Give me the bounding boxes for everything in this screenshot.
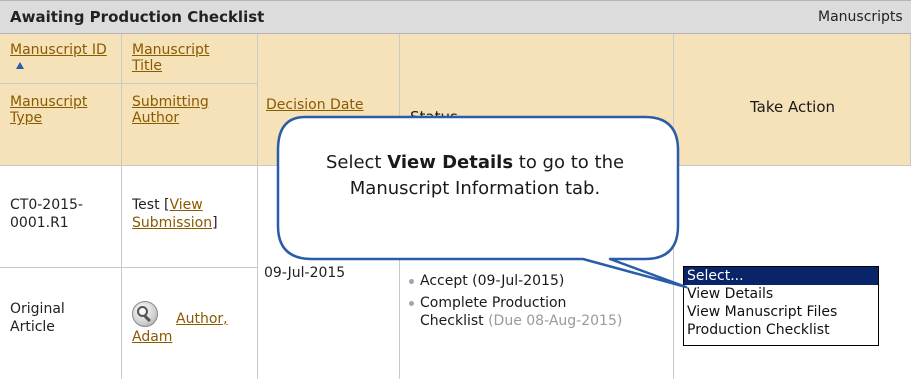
callout-text: Select View Details to go to the Manuscr… xyxy=(325,152,625,199)
checklist-panel: Awaiting Production Checklist Manuscript… xyxy=(0,0,911,379)
